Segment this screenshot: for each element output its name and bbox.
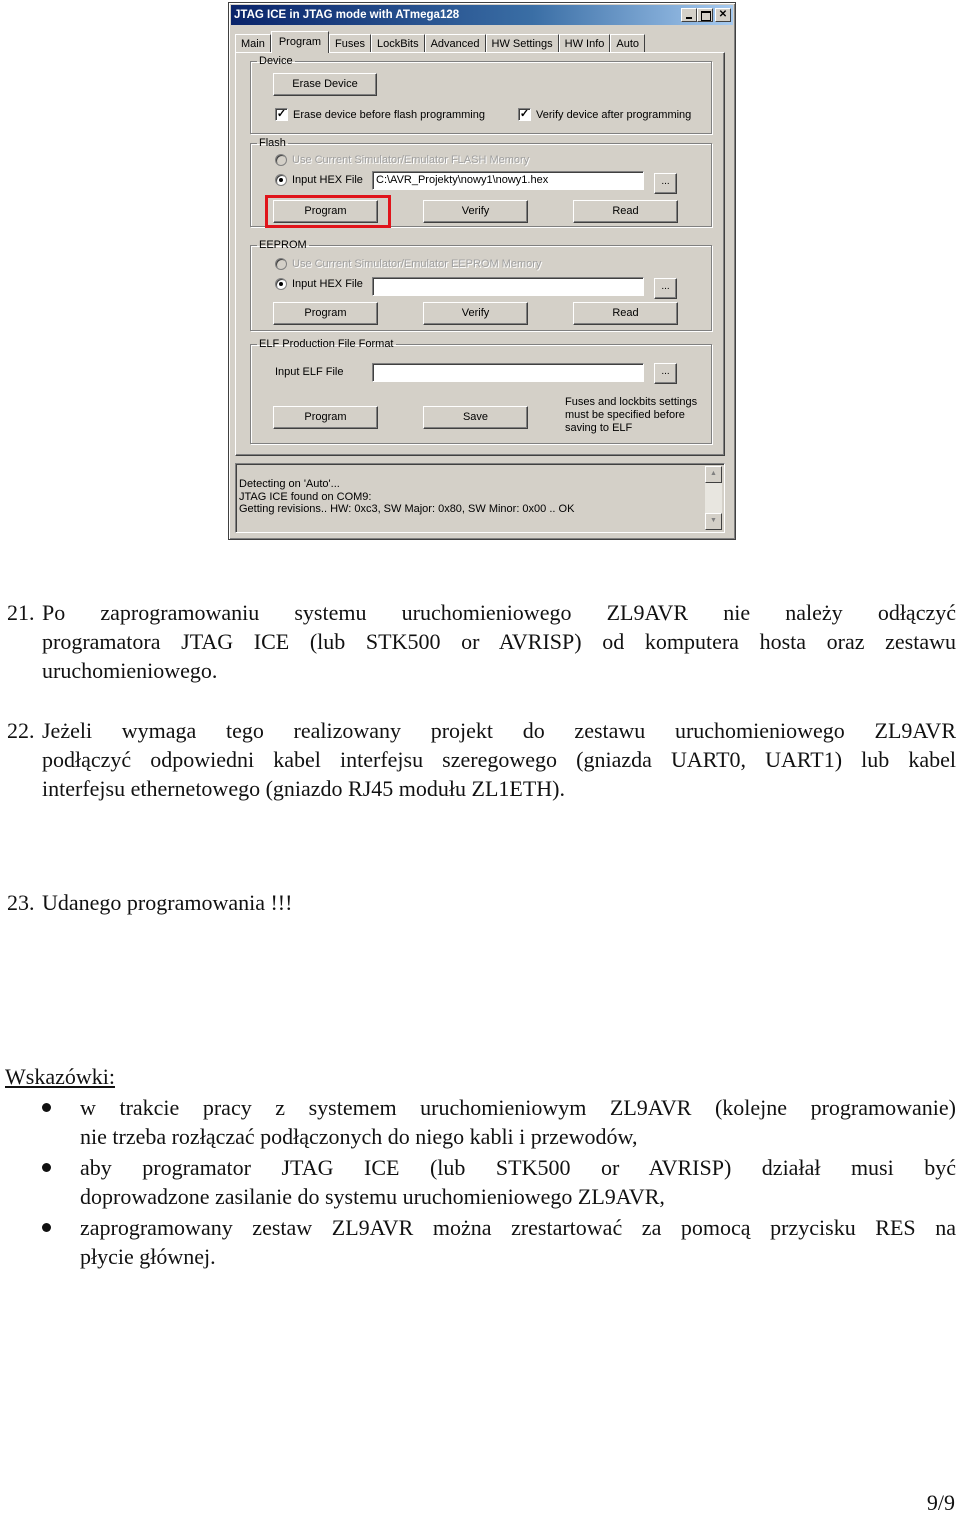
text-line: Po zaprogramowaniu systemu uruchomieniow… <box>42 600 956 625</box>
flash-input-hex-radio[interactable]: Input HEX File <box>275 174 363 186</box>
close-icon: ✕ <box>718 9 728 20</box>
item-text: Udanego programowania !!! <box>42 888 956 917</box>
scroll-down-button[interactable]: ▼ <box>705 513 722 530</box>
radio-unselected-icon <box>275 154 287 166</box>
item-text: Po zaprogramowaniu systemu uruchomieniow… <box>42 598 956 685</box>
flash-program-button[interactable]: Program <box>273 200 378 223</box>
tab-auto-label: Auto <box>616 38 640 50</box>
tab-bar: Main Program Fuses LockBits Advanced HW … <box>235 31 646 53</box>
erase-before-flash-label: Erase device before flash programming <box>293 108 485 121</box>
program-tab-panel: Device Erase Device ✓ Erase device befor… <box>235 52 725 456</box>
radio-unselected-icon <box>275 258 287 270</box>
arrow-down-icon: ▼ <box>710 517 717 524</box>
log-line: Detecting on 'Auto'... <box>239 478 340 490</box>
eeprom-input-hex-label: Input HEX File <box>292 278 363 290</box>
input-elf-file-label: Input ELF File <box>275 366 344 378</box>
flash-verify-button[interactable]: Verify <box>423 200 528 223</box>
verify-after-programming-label: Verify device after programming <box>536 108 692 121</box>
tab-advanced[interactable]: Advanced <box>424 34 486 53</box>
flash-use-current-label: Use Current Simulator/Emulator FLASH Mem… <box>292 154 530 166</box>
item-number: 21. <box>7 600 35 625</box>
hints-heading: Wskazówki: <box>5 1064 115 1089</box>
bullet-icon <box>42 1223 51 1232</box>
text-line: w trakcie pracy z systemem uruchomieniow… <box>80 1095 956 1120</box>
scroll-up-button[interactable]: ▲ <box>705 466 722 483</box>
maximize-button[interactable] <box>697 8 713 22</box>
bullet-icon <box>42 1163 51 1172</box>
log-scrollbar[interactable]: ▲ ▼ <box>705 466 722 530</box>
item-number: 23. <box>7 890 35 915</box>
erase-before-flash-checkbox[interactable]: ✓ Erase device before flash programming <box>275 108 485 121</box>
eeprom-verify-button[interactable]: Verify <box>423 302 528 325</box>
log-line: Getting revisions.. HW: 0xc3, SW Major: … <box>239 503 575 515</box>
text-line: interfejsu ethernetowego (gniazdo RJ45 m… <box>42 776 565 801</box>
eeprom-read-button[interactable]: Read <box>573 302 678 325</box>
text-line: Udanego programowania !!! <box>42 890 293 915</box>
elf-save-button[interactable]: Save <box>423 406 528 429</box>
close-button[interactable]: ✕ <box>715 8 731 22</box>
page-number: 9/9 <box>926 1490 955 1513</box>
jtag-ice-window: JTAG ICE in JTAG mode with ATmega128 ✕ M… <box>228 2 736 540</box>
text-line: płycie głównej. <box>80 1244 216 1269</box>
elf-path-input[interactable] <box>372 363 644 382</box>
flash-browse-button[interactable]: ... <box>654 173 677 194</box>
hint-text: w trakcie pracy z systemem uruchomieniow… <box>80 1093 956 1151</box>
window-title: JTAG ICE in JTAG mode with ATmega128 <box>234 9 460 21</box>
eeprom-group-label: EEPROM <box>259 239 307 251</box>
radio-selected-icon <box>275 174 287 186</box>
eeprom-hex-path-input[interactable] <box>372 277 644 296</box>
elf-program-button[interactable]: Program <box>273 406 378 429</box>
flash-group-label: Flash <box>259 137 286 149</box>
checkbox-checked-icon: ✓ <box>518 108 531 121</box>
status-log: Detecting on 'Auto'... JTAG ICE found on… <box>235 463 725 533</box>
eeprom-use-current-label: Use Current Simulator/Emulator EEPROM Me… <box>292 258 542 270</box>
eeprom-browse-button[interactable]: ... <box>654 278 677 299</box>
text-line: nie trzeba rozłączać podłączonych do nie… <box>80 1124 638 1149</box>
eeprom-input-hex-radio[interactable]: Input HEX File <box>275 278 363 290</box>
tab-hw-info[interactable]: HW Info <box>558 34 611 53</box>
tab-hw-settings[interactable]: HW Settings <box>485 34 559 53</box>
item-number: 22. <box>7 718 35 743</box>
text-line: Jeżeli wymaga tego realizowany projekt d… <box>42 718 956 743</box>
elf-group-label: ELF Production File Format <box>259 338 394 350</box>
flash-input-hex-label: Input HEX File <box>292 174 363 186</box>
tab-auto[interactable]: Auto <box>610 34 646 53</box>
flash-use-current-radio[interactable]: Use Current Simulator/Emulator FLASH Mem… <box>275 154 529 166</box>
text-line: doprowadzone zasilanie do systemu urucho… <box>80 1184 665 1209</box>
arrow-up-icon: ▲ <box>710 470 717 477</box>
minimize-button[interactable] <box>681 8 697 22</box>
erase-device-button[interactable]: Erase Device <box>273 73 377 96</box>
text-line: uruchomieniowego. <box>42 658 218 683</box>
text-line: aby programator JTAG ICE (lub STK500 or … <box>80 1155 956 1180</box>
checkbox-checked-icon: ✓ <box>275 108 288 121</box>
eeprom-program-button[interactable]: Program <box>273 302 378 325</box>
text-line: programatora JTAG ICE (lub STK500 or AVR… <box>42 629 956 654</box>
radio-selected-icon <box>275 278 287 290</box>
tab-main[interactable]: Main <box>235 34 271 53</box>
elf-browse-button[interactable]: ... <box>654 363 677 384</box>
tab-program[interactable]: Program <box>270 31 330 53</box>
tab-fuses[interactable]: Fuses <box>329 34 371 53</box>
text-line: zaprogramowany zestaw ZL9AVR można zrest… <box>80 1215 956 1240</box>
elf-note: Fuses and lockbits settings must be spec… <box>565 396 698 434</box>
hint-text: aby programator JTAG ICE (lub STK500 or … <box>80 1153 956 1211</box>
bullet-icon <box>42 1103 51 1112</box>
title-bar: JTAG ICE in JTAG mode with ATmega128 ✕ <box>231 5 733 25</box>
text-line: podłączyć odpowiedni kabel interfejsu sz… <box>42 747 956 772</box>
flash-read-button[interactable]: Read <box>573 200 678 223</box>
log-line: JTAG ICE found on COM9: <box>239 490 372 503</box>
verify-after-programming-checkbox[interactable]: ✓ Verify device after programming <box>518 108 691 121</box>
item-text: Jeżeli wymaga tego realizowany projekt d… <box>42 716 956 803</box>
device-group-label: Device <box>259 55 293 67</box>
flash-hex-path-input[interactable]: C:\AVR_Projekty\nowy1\nowy1.hex <box>372 171 644 190</box>
tab-lockbits[interactable]: LockBits <box>371 34 425 53</box>
eeprom-use-current-radio[interactable]: Use Current Simulator/Emulator EEPROM Me… <box>275 258 541 270</box>
hint-text: zaprogramowany zestaw ZL9AVR można zrest… <box>80 1213 956 1271</box>
